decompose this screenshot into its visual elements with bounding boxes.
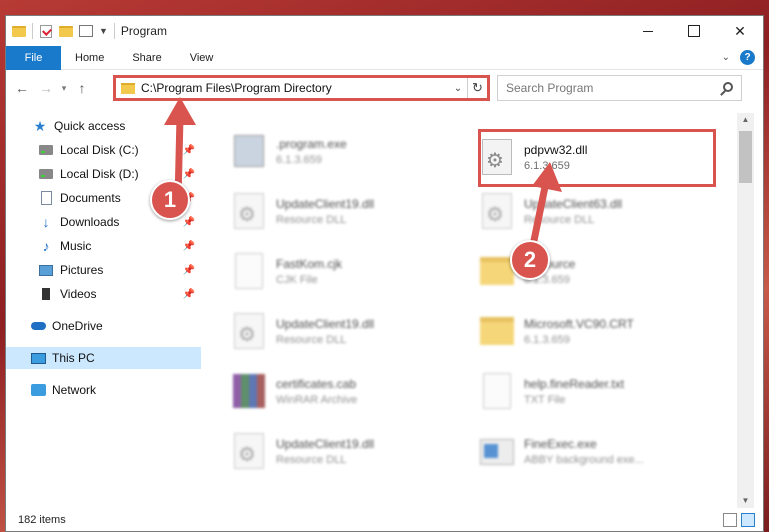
list-item[interactable]: certificates.cab WinRAR Archive	[230, 365, 470, 417]
scroll-up-icon[interactable]: ▲	[737, 113, 754, 127]
customize-icon[interactable]	[79, 24, 93, 38]
disk-icon	[38, 142, 54, 158]
pin-icon[interactable]: 📌	[183, 289, 195, 300]
pin-icon[interactable]: 📌	[183, 241, 195, 252]
music-icon: ♪	[42, 238, 50, 254]
file-list: .program.exe6.1.3.659 pdpvw32.dll6.1.3.6…	[206, 113, 736, 508]
scrollbar-thumb[interactable]	[739, 131, 752, 183]
navigation-bar: ← → ▾ ↑ C:\Program Files\Program Directo…	[6, 73, 763, 103]
properties-check-icon[interactable]	[39, 24, 53, 38]
explorer-window: ▼ Program ✕ File Home Share View ⌄ ? ← →…	[5, 15, 764, 532]
window-title: Program	[120, 24, 167, 38]
list-item[interactable]: help.fineReader.txt TXT File	[478, 365, 718, 417]
toolbar-separator	[113, 23, 115, 39]
list-item[interactable]: FastKom.cjk CJK File	[230, 245, 470, 297]
exe-icon	[478, 431, 516, 471]
folder-icon	[121, 82, 135, 94]
pin-icon[interactable]: 📌	[183, 217, 195, 228]
sidebar-item-onedrive[interactable]: OneDrive	[6, 315, 201, 337]
documents-icon	[38, 190, 54, 206]
window-controls: ✕	[625, 16, 763, 46]
status-bar: 182 items	[6, 509, 763, 531]
vertical-scrollbar[interactable]: ▲ ▼	[737, 113, 754, 508]
blank-file-icon	[478, 371, 516, 411]
search-input[interactable]: Search Program	[497, 75, 742, 101]
back-arrow-icon[interactable]: ←	[10, 80, 34, 96]
ribbon-tabs: File Home Share View ⌄ ?	[6, 45, 763, 70]
step-badge-2: 2	[510, 240, 550, 280]
search-icon[interactable]	[723, 82, 733, 92]
sidebar-item-network[interactable]: Network	[6, 379, 201, 401]
expand-ribbon-chevron-icon[interactable]: ⌄	[722, 52, 730, 63]
list-item[interactable]: UpdateClient19.dllResource DLL	[230, 305, 470, 357]
step-badge-1: 1	[150, 180, 190, 220]
tab-view[interactable]: View	[176, 46, 228, 70]
star-icon: ★	[33, 117, 47, 134]
disk-icon	[38, 166, 54, 182]
list-item[interactable]: UpdateClient19.dllResource DLL	[230, 185, 470, 237]
details-view-icon[interactable]	[723, 513, 737, 527]
maximize-button[interactable]	[671, 16, 717, 46]
sidebar-item-this-pc[interactable]: This PC	[6, 347, 201, 369]
blank-file-icon	[230, 251, 268, 291]
quick-access-toolbar: ▼	[6, 23, 115, 39]
tab-home[interactable]: Home	[61, 46, 118, 70]
minimize-button[interactable]	[625, 16, 671, 46]
close-button[interactable]: ✕	[717, 16, 763, 46]
pictures-icon	[38, 262, 54, 278]
dll-file-icon	[230, 311, 268, 351]
toolbar-separator	[32, 23, 33, 39]
folder-icon[interactable]	[12, 24, 26, 38]
item-count: 182 items	[18, 514, 66, 526]
sidebar-item-videos[interactable]: Videos 📌	[6, 283, 201, 305]
videos-icon	[38, 286, 54, 302]
forward-arrow-icon[interactable]: →	[34, 80, 58, 96]
up-arrow-icon[interactable]: ↑	[70, 80, 94, 96]
chevron-down-icon[interactable]: ⌄	[449, 83, 467, 94]
tab-share[interactable]: Share	[118, 46, 175, 70]
archive-icon	[230, 371, 268, 411]
network-icon	[30, 382, 46, 398]
sidebar-item-music[interactable]: ♪ Music 📌	[6, 235, 201, 257]
refresh-icon[interactable]: ↻	[467, 78, 487, 98]
sidebar-item-pictures[interactable]: Pictures 📌	[6, 259, 201, 281]
cloud-icon	[30, 318, 46, 334]
new-folder-icon[interactable]	[59, 24, 73, 38]
setup-icon	[230, 131, 268, 171]
list-item[interactable]: Microsoft.VC90.CRT 6.1.3.659	[478, 305, 718, 357]
title-bar: ▼ Program ✕	[6, 16, 763, 46]
pin-icon[interactable]: 📌	[183, 265, 195, 276]
customize-dropdown-icon[interactable]: ▼	[99, 26, 108, 36]
list-item[interactable]: UpdateClient19.dllResource DLL	[230, 425, 470, 477]
folder-icon	[478, 311, 516, 351]
help-icon[interactable]: ?	[740, 50, 755, 65]
tiles-view-icon[interactable]	[741, 513, 755, 527]
tab-file[interactable]: File	[6, 45, 61, 70]
search-placeholder: Search Program	[506, 81, 594, 95]
dll-file-icon	[230, 191, 268, 231]
dll-file-icon	[230, 431, 268, 471]
list-item[interactable]: .program.exe 6.1.3.659	[230, 125, 470, 177]
pc-icon	[30, 350, 46, 366]
recent-locations-dropdown-icon[interactable]: ▾	[58, 83, 70, 94]
download-icon: ↓	[42, 214, 50, 230]
list-item[interactable]: FineExec.exe ABBY background exe...	[478, 425, 718, 477]
address-path[interactable]: C:\Program Files\Program Directory	[141, 81, 449, 95]
scroll-down-icon[interactable]: ▼	[737, 494, 754, 508]
